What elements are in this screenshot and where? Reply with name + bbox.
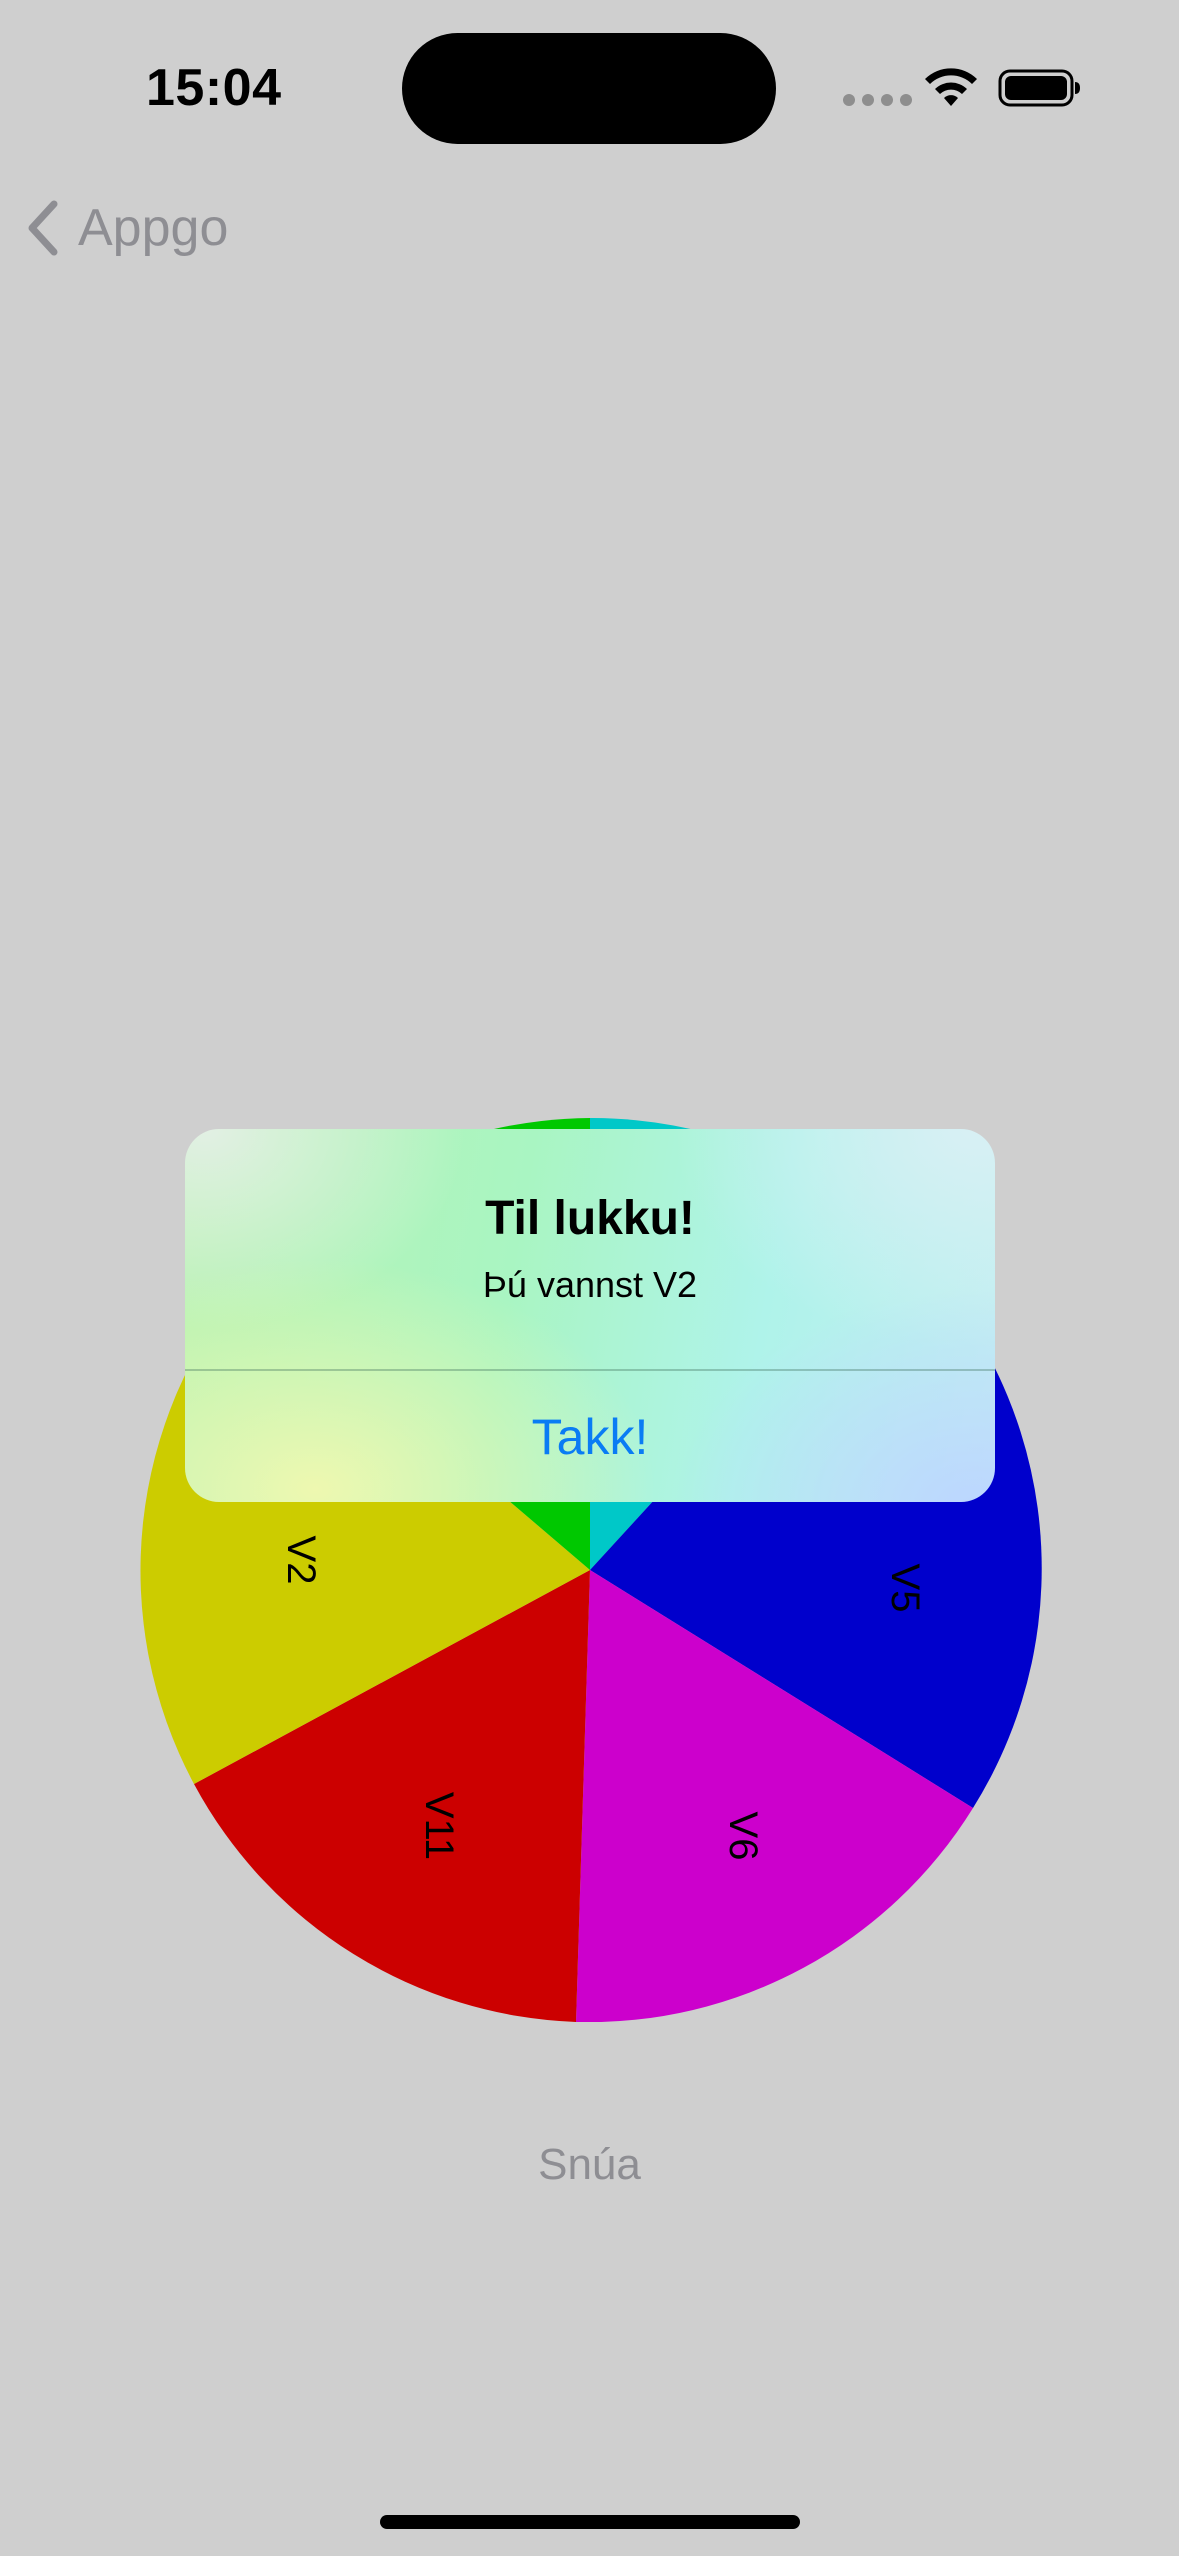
dynamic-island <box>402 33 776 144</box>
status-time: 15:04 <box>146 59 282 117</box>
wheel-label-v5: V5 <box>883 1564 927 1613</box>
alert-confirm-button[interactable]: Takk! <box>185 1371 995 1502</box>
back-button[interactable]: Appgo <box>24 190 228 266</box>
status-bar: 15:04 <box>0 0 1179 170</box>
alert-title: Til lukku! <box>485 1192 695 1245</box>
cellular-signal-icon <box>843 94 912 106</box>
battery-icon <box>998 69 1080 107</box>
wheel-label-v11: V11 <box>417 1792 461 1860</box>
wheel-label-v6: V6 <box>721 1812 765 1861</box>
result-alert: Til lukku! Þú vannst V2 Takk! <box>185 1129 995 1502</box>
back-button-label: Appgo <box>78 199 229 257</box>
wheel-label-v2: V2 <box>279 1536 323 1585</box>
spin-button[interactable]: Snúa <box>0 2140 1179 2190</box>
alert-message: Þú vannst V2 <box>482 1264 698 1305</box>
home-indicator[interactable] <box>380 2515 800 2529</box>
chevron-left-icon <box>28 200 58 256</box>
wifi-icon <box>925 68 977 106</box>
